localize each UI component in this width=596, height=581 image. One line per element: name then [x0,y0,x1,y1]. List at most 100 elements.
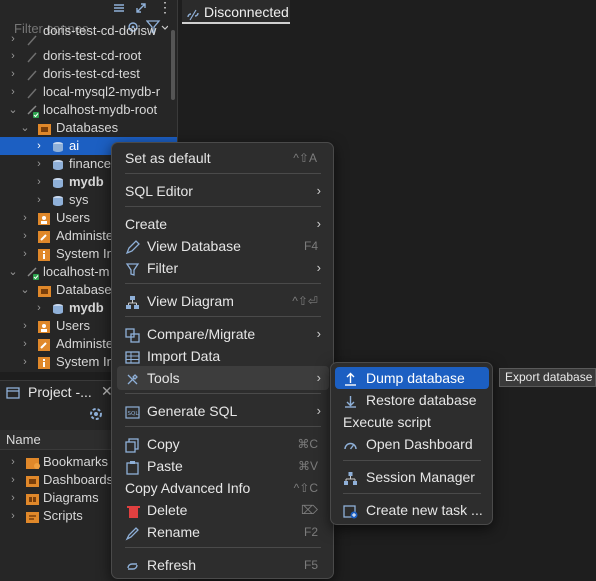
menu-item-copy[interactable]: Copy ⌘C [125,433,318,455]
submenu-item-create-new-task[interactable]: Create new task ... [343,499,483,521]
submenu-item-open-dashboard[interactable]: Open Dashboard [343,433,483,455]
tree-row-label: Users [56,210,90,225]
diagrams-folder-icon [26,492,39,505]
chevron-right-icon[interactable]: › [8,471,18,489]
menu-item-shortcut: ⌦ [301,503,318,517]
info-icon [38,356,50,369]
more-options-icon[interactable]: ⋮ [158,0,172,16]
menu-item-tools[interactable]: Tools › [125,367,321,389]
chevron-right-icon[interactable]: › [8,30,18,48]
menu-item-shortcut: F5 [303,558,318,572]
database-icon [52,158,64,170]
chevron-right-icon[interactable]: › [8,453,18,471]
tree-row-connection[interactable]: › doris-test-cd-test [0,65,177,83]
menu-item-set-as-default[interactable]: Set as default ^⇧A [125,147,317,169]
disconnected-icon [186,5,200,21]
chevron-right-icon[interactable]: › [20,317,30,335]
chevron-right-icon[interactable]: › [20,245,30,263]
menu-item-sql-editor[interactable]: SQL Editor › [125,180,321,202]
link-icon[interactable] [134,1,148,15]
submenu-item-session-manager[interactable]: Session Manager [343,466,483,488]
tree-row-connection[interactable]: › doris-test-cd-dorisw [0,23,177,48]
chevron-right-icon[interactable]: › [8,83,18,101]
menu-separator [343,460,481,461]
context-menu: Set as default ^⇧A SQL Editor › Create ›… [111,142,334,579]
tab-disconnected[interactable]: Disconnected [182,0,290,24]
connection-icon [26,86,38,99]
menu-item-shortcut: F4 [303,239,318,253]
menu-item-label: View Database [147,238,241,254]
chevron-right-icon[interactable]: › [34,191,44,209]
menu-item-compare-migrate[interactable]: Compare/Migrate › [125,323,321,345]
chevron-down-icon[interactable]: ⌄ [8,101,18,119]
project-item-label: Diagrams [43,490,99,505]
tree-row-connection[interactable]: › doris-test-cd-root [0,47,177,65]
tree-row-connection[interactable]: › local-mysql2-mydb-r [0,83,177,101]
chevron-right-icon[interactable]: › [8,47,18,65]
chevron-right-icon[interactable]: › [20,227,30,245]
tree-row-label: localhost-m [43,264,110,279]
submenu-item-dump-database[interactable]: Dump database [343,367,483,389]
chevron-down-icon[interactable]: ⌄ [20,281,30,299]
chevron-right-icon[interactable]: › [34,155,44,173]
menu-item-label: Import Data [147,348,221,364]
gear-icon[interactable] [88,406,104,422]
compare-icon [125,327,140,343]
svg-text:SQL: SQL [128,411,140,417]
tab-project[interactable]: Project -... ✕ [4,383,113,403]
chevron-right-icon[interactable]: › [34,299,44,317]
folder-icon [38,122,51,135]
chevron-right-icon[interactable]: › [34,137,44,155]
chevron-right-icon[interactable]: › [34,173,44,191]
wrench-icon [38,338,50,351]
menu-separator [125,173,321,174]
tools-icon [125,371,140,386]
chevron-right-icon[interactable]: › [8,489,18,507]
chevron-right-icon[interactable]: › [20,209,30,227]
tree-row-databases[interactable]: ⌄ Databases [0,119,177,137]
menu-item-label: Create new task ... [366,502,483,518]
menu-item-copy-advanced-info[interactable]: Copy Advanced Info ^⇧C [125,477,318,499]
tree-row-label: mydb [69,174,104,189]
chevron-right-icon: › [316,260,321,275]
menu-item-label: Create [125,216,168,232]
menu-item-label: Delete [147,502,188,518]
submenu-item-execute-script[interactable]: Execute script [343,411,483,433]
chevron-right-icon[interactable]: › [8,65,18,83]
menu-item-label: Filter [147,260,179,276]
menu-item-label: Set as default [125,150,211,166]
menu-item-filter[interactable]: Filter › [125,257,321,279]
table-icon [125,349,140,364]
menu-item-view-diagram[interactable]: View Diagram ^⇧⏎ [125,290,318,312]
menu-item-refresh[interactable]: Refresh F5 [125,554,318,576]
chevron-down-icon[interactable]: ⌄ [8,263,18,281]
trash-icon [127,503,142,518]
collapse-all-icon[interactable] [112,1,126,15]
menu-separator [125,316,321,317]
menu-item-shortcut: ^⇧⏎ [292,294,318,308]
menu-item-label: Session Manager [366,469,475,485]
menu-item-generate-sql[interactable]: SQL Generate SQL › [125,400,321,422]
menu-item-import-data[interactable]: Import Data [125,345,321,367]
pencil-icon [125,239,140,255]
paste-icon [125,459,140,475]
tree-row-label: sys [69,192,89,207]
chevron-right-icon[interactable]: › [20,335,30,353]
menu-item-shortcut: F2 [303,525,318,539]
tree-row-connection[interactable]: ⌄ localhost-mydb-root [0,101,177,119]
connection-icon [26,50,38,63]
menu-item-create[interactable]: Create › [125,213,321,235]
tree-row-label: finance [69,156,111,171]
menu-item-view-database[interactable]: View Database F4 [125,235,318,257]
chevron-right-icon[interactable]: › [20,353,30,371]
menu-separator [125,206,321,207]
diagram-icon [125,294,140,309]
folder-icon [38,284,51,297]
menu-item-delete[interactable]: Delete ⌦ [125,499,318,521]
database-icon [52,176,64,188]
chevron-right-icon[interactable]: › [8,507,18,525]
chevron-down-icon[interactable]: ⌄ [20,119,30,137]
menu-item-rename[interactable]: Rename F2 [125,521,318,543]
menu-item-paste[interactable]: Paste ⌘V [125,455,318,477]
submenu-item-restore-database[interactable]: Restore database [343,389,483,411]
